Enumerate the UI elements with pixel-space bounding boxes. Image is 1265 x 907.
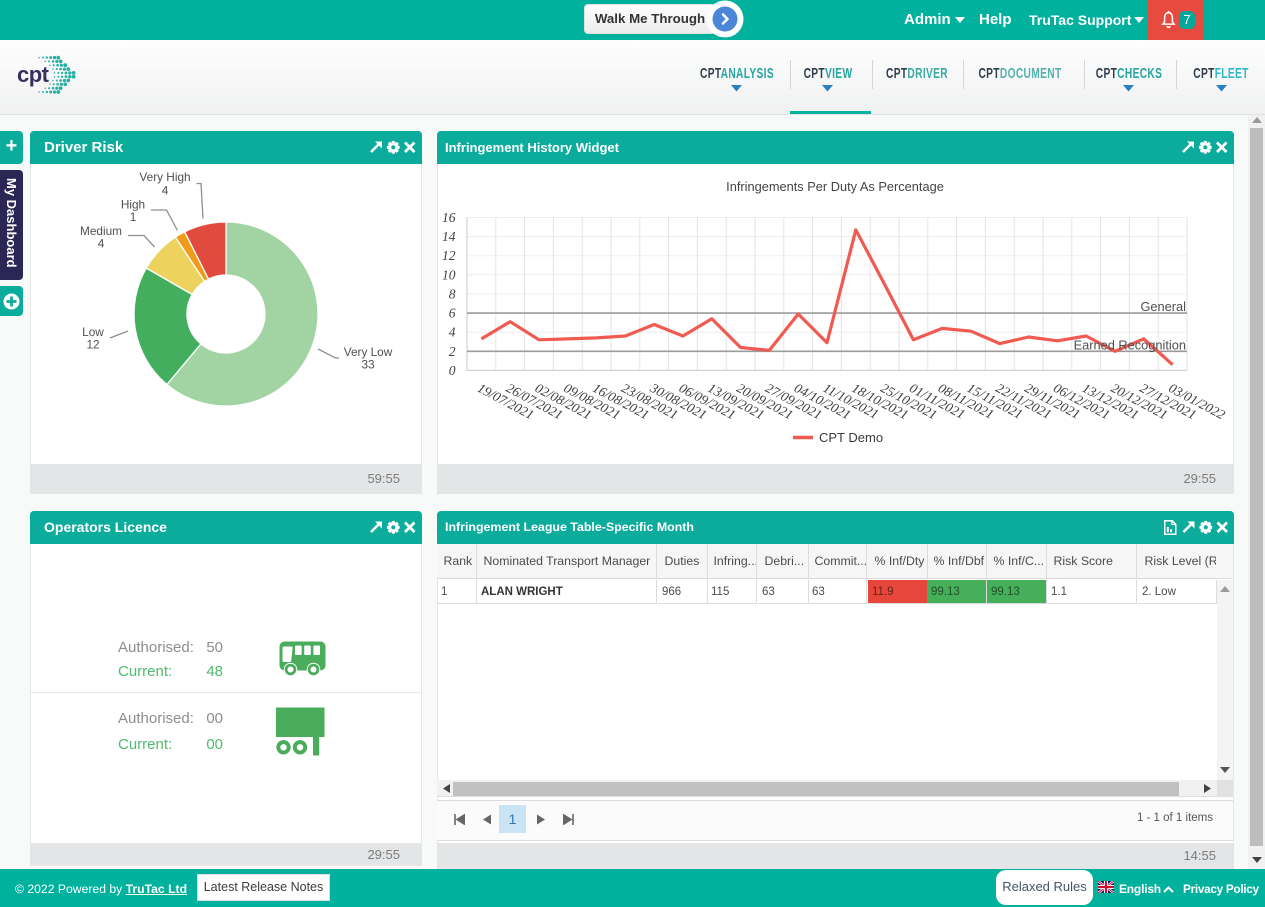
svg-text:4: 4 bbox=[98, 237, 105, 251]
svg-text:0: 0 bbox=[449, 363, 456, 378]
svg-text:4: 4 bbox=[162, 184, 169, 198]
svg-text:4: 4 bbox=[449, 325, 456, 340]
svg-text:14: 14 bbox=[442, 229, 456, 244]
svg-text:General: General bbox=[1140, 299, 1186, 314]
svg-text:12: 12 bbox=[442, 248, 456, 263]
svg-text:2: 2 bbox=[449, 344, 456, 359]
svg-text:8: 8 bbox=[449, 286, 456, 301]
svg-text:CPT Demo: CPT Demo bbox=[819, 430, 883, 445]
svg-text:6: 6 bbox=[449, 306, 456, 321]
svg-text:Infringements Per Duty As Perc: Infringements Per Duty As Percentage bbox=[726, 179, 944, 194]
svg-text:12: 12 bbox=[86, 338, 99, 352]
svg-text:Very High: Very High bbox=[139, 170, 190, 184]
svg-text:10: 10 bbox=[442, 267, 456, 282]
svg-text:16: 16 bbox=[442, 210, 456, 225]
svg-text:33: 33 bbox=[361, 358, 375, 372]
svg-text:1: 1 bbox=[130, 210, 137, 224]
svg-text:Earned Recognition: Earned Recognition bbox=[1074, 338, 1186, 353]
